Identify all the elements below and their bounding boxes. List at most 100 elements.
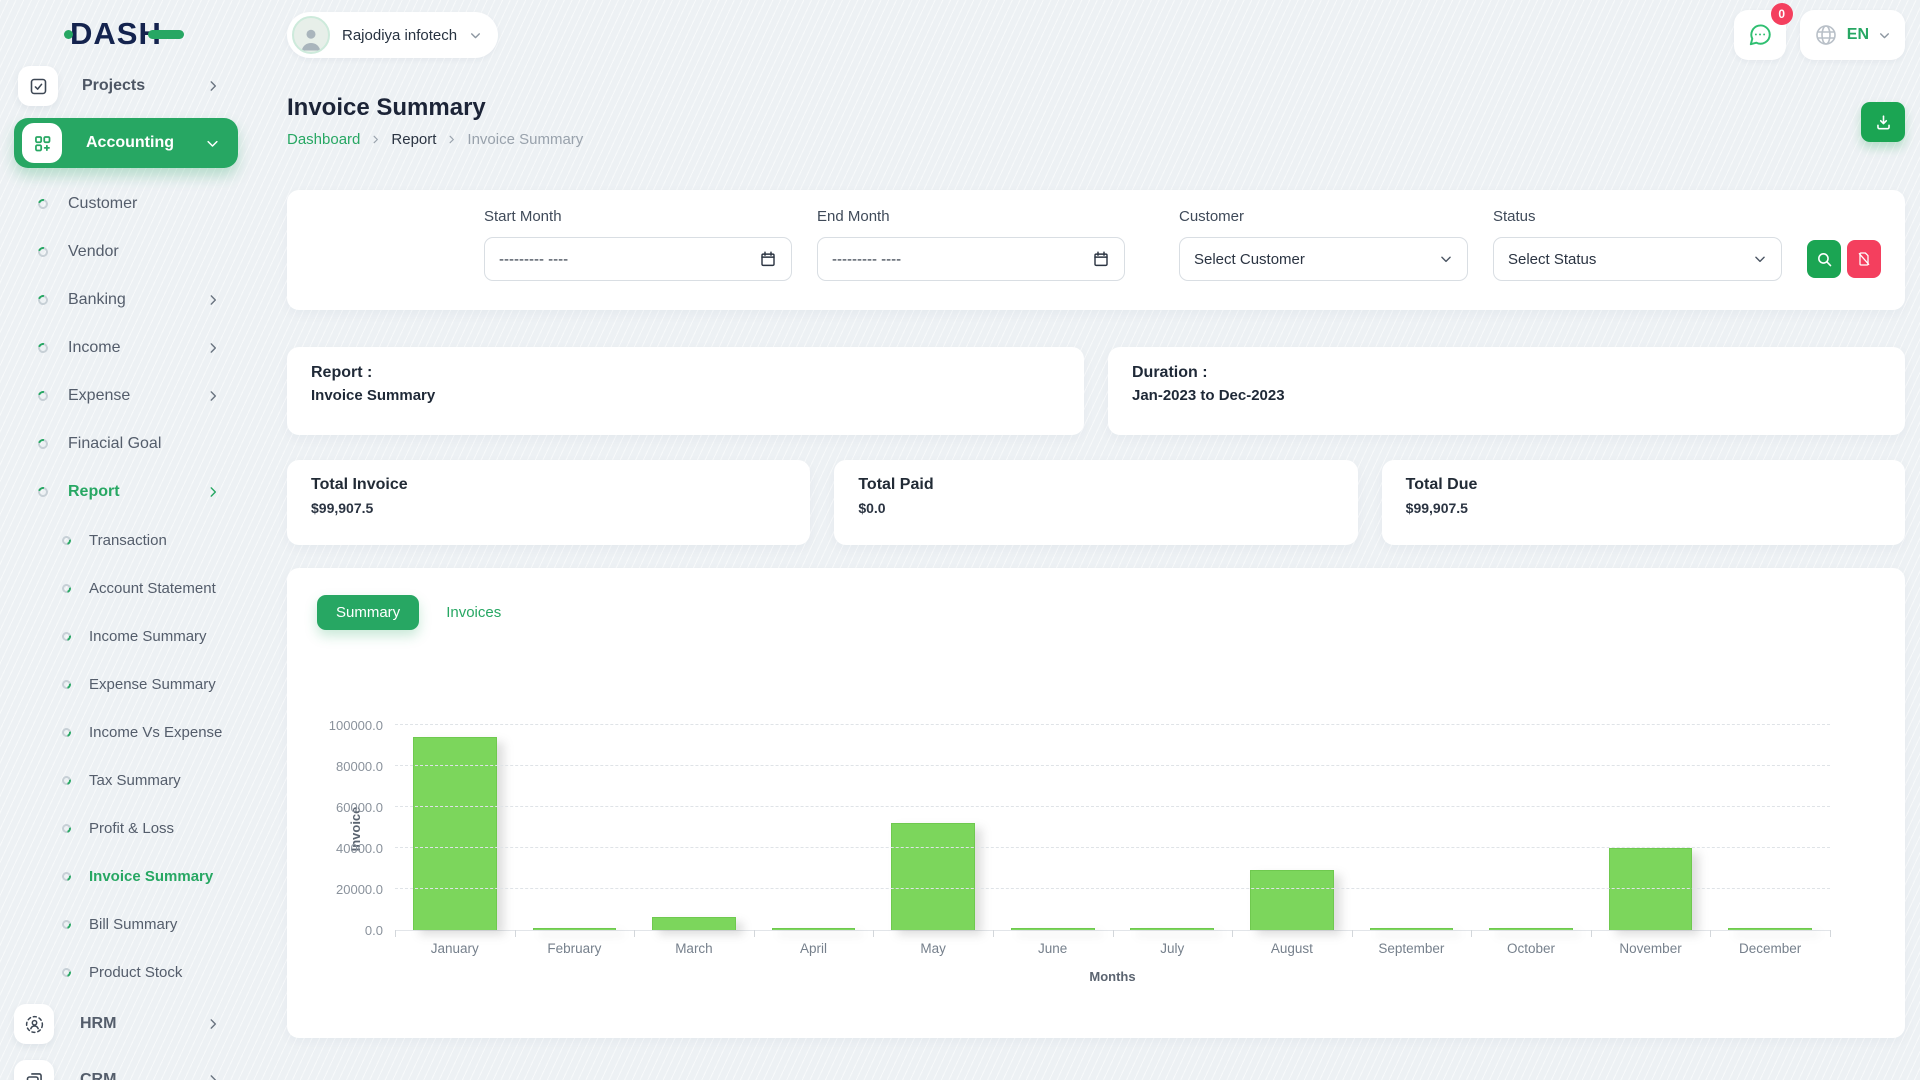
x-tick-mark	[993, 930, 994, 937]
chart-card: Summary Invoices Invoice 0.020000.040000…	[287, 568, 1905, 1038]
x-axis-labels: JanuaryFebruaryMarchAprilMayJuneJulyAugu…	[395, 941, 1830, 956]
search-icon	[1816, 251, 1833, 268]
end-month-input[interactable]: --------- ----	[817, 237, 1125, 281]
sidebar-item-report[interactable]: Report	[0, 468, 250, 516]
sidebar-item-accounting[interactable]: Accounting	[14, 118, 238, 168]
sidebar-item-label: Finacial Goal	[68, 435, 161, 453]
apply-filter-button[interactable]	[1807, 240, 1841, 278]
main-area: Rajodiya infotech 0 EN Invoice Summary	[250, 0, 1920, 1038]
bar-august[interactable]	[1250, 870, 1334, 930]
sidebar-item-bill-summary[interactable]: Bill Summary	[0, 900, 250, 948]
bar-slot-october	[1471, 726, 1591, 930]
circle-icon	[60, 630, 72, 642]
circle-icon	[36, 485, 50, 499]
total-invoice-card: Total Invoice $99,907.5	[287, 460, 810, 545]
bar-june[interactable]	[1011, 928, 1095, 931]
breadcrumb-report[interactable]: Report	[391, 131, 436, 148]
bar-slot-december	[1710, 726, 1830, 930]
totals-row: Total Invoice $99,907.5 Total Paid $0.0 …	[287, 460, 1905, 545]
sidebar-item-customer[interactable]: Customer	[0, 180, 250, 228]
y-tick-label: 100000.0	[303, 718, 383, 733]
breadcrumb: Dashboard Report Invoice Summary	[287, 131, 583, 148]
stat-label: Total Invoice	[311, 476, 786, 494]
x-tick-mark	[395, 930, 396, 937]
language-selector[interactable]: EN	[1800, 10, 1905, 60]
sidebar-item-invoice-summary[interactable]: Invoice Summary	[0, 852, 250, 900]
gridline	[395, 888, 1830, 889]
sidebar-item-crm[interactable]: CRM	[0, 1052, 250, 1080]
x-tick-label: November	[1591, 941, 1711, 956]
x-tick-mark	[1352, 930, 1353, 937]
breadcrumb-dashboard[interactable]: Dashboard	[287, 131, 360, 148]
sidebar-item-expense[interactable]: Expense	[0, 372, 250, 420]
company-selector[interactable]: Rajodiya infotech	[287, 12, 498, 58]
sidebar-item-label: Report	[68, 483, 120, 501]
gridline	[395, 724, 1830, 725]
sidebar-item-banking[interactable]: Banking	[0, 276, 250, 324]
sidebar-item-projects[interactable]: Projects	[0, 64, 250, 108]
sidebar-item-income-summary[interactable]: Income Summary	[0, 612, 250, 660]
stat-label: Total Due	[1406, 476, 1881, 494]
sidebar-item-product-stock[interactable]: Product Stock	[0, 948, 250, 996]
topbar: Rajodiya infotech 0 EN	[287, 0, 1905, 70]
bar-slot-june	[993, 726, 1113, 930]
sidebar: DASH Projects Accounting CustomerVendorB…	[0, 0, 250, 1080]
app-logo[interactable]: DASH	[0, 6, 250, 62]
start-month-placeholder: --------- ----	[499, 251, 568, 268]
bar-march[interactable]	[652, 917, 736, 930]
hrm-person-icon	[14, 1004, 54, 1044]
bar-december[interactable]	[1728, 928, 1812, 931]
sidebar-item-label: Tax Summary	[89, 772, 181, 789]
sidebar-item-expense-summary[interactable]: Expense Summary	[0, 660, 250, 708]
sidebar-item-label: Product Stock	[89, 964, 182, 981]
sidebar-item-finacial-goal[interactable]: Finacial Goal	[0, 420, 250, 468]
total-paid-card: Total Paid $0.0	[834, 460, 1357, 545]
start-month-input[interactable]: --------- ----	[484, 237, 792, 281]
sidebar-item-transaction[interactable]: Transaction	[0, 516, 250, 564]
chart-bars	[395, 726, 1830, 930]
sidebar-item-label: Expense	[68, 387, 130, 405]
bar-may[interactable]	[891, 823, 975, 930]
chevron-right-icon	[206, 389, 220, 403]
bar-april[interactable]	[772, 928, 856, 931]
status-field-group: Status Select Status	[1493, 208, 1782, 310]
reset-filter-button[interactable]	[1847, 240, 1881, 278]
y-tick-label: 20000.0	[303, 882, 383, 897]
customer-select[interactable]: Select Customer	[1179, 237, 1468, 281]
sidebar-item-account-statement[interactable]: Account Statement	[0, 564, 250, 612]
file-slash-icon	[1856, 251, 1872, 267]
bar-february[interactable]	[533, 928, 617, 931]
chat-bubble-icon	[1747, 22, 1773, 48]
sidebar-item-profit-loss[interactable]: Profit & Loss	[0, 804, 250, 852]
sidebar-item-tax-summary[interactable]: Tax Summary	[0, 756, 250, 804]
tab-invoices[interactable]: Invoices	[427, 595, 520, 630]
sidebar-item-hrm[interactable]: HRM	[0, 996, 250, 1052]
download-button[interactable]	[1861, 102, 1905, 142]
chevron-right-icon	[206, 485, 220, 499]
logo-dash-icon	[148, 30, 184, 39]
sidebar-item-income[interactable]: Income	[0, 324, 250, 372]
sidebar-item-label: Expense Summary	[89, 676, 216, 693]
bar-slot-january	[395, 726, 515, 930]
bar-slot-september	[1352, 726, 1472, 930]
sidebar-item-income-vs-expense[interactable]: Income Vs Expense	[0, 708, 250, 756]
sidebar-item-label: Projects	[82, 77, 145, 95]
messages-button[interactable]: 0	[1734, 10, 1786, 60]
status-select[interactable]: Select Status	[1493, 237, 1782, 281]
x-tick-label: January	[395, 941, 515, 956]
sidebar-item-label: HRM	[80, 1015, 116, 1033]
bar-october[interactable]	[1489, 928, 1573, 931]
sidebar-item-label: Accounting	[86, 134, 174, 152]
bar-july[interactable]	[1130, 928, 1214, 931]
tab-summary[interactable]: Summary	[317, 595, 419, 630]
x-tick-label: February	[515, 941, 635, 956]
sidebar-item-vendor[interactable]: Vendor	[0, 228, 250, 276]
x-tick-label: March	[634, 941, 754, 956]
end-month-placeholder: --------- ----	[832, 251, 901, 268]
x-tick-mark	[1113, 930, 1114, 937]
bar-september[interactable]	[1370, 928, 1454, 931]
bar-november[interactable]	[1609, 848, 1693, 930]
report-card-title: Report :	[311, 364, 1060, 382]
bar-january[interactable]	[413, 737, 497, 930]
report-submenu: TransactionAccount StatementIncome Summa…	[0, 516, 250, 996]
